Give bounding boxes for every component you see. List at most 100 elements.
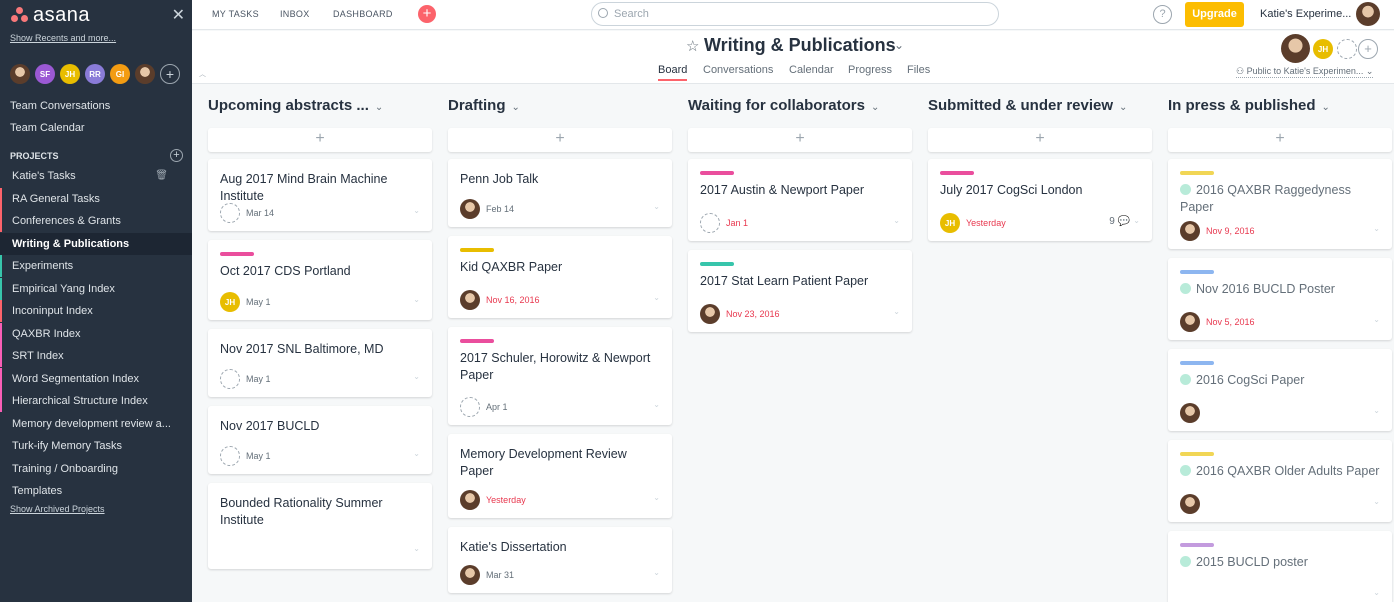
help-button[interactable]: ? <box>1153 5 1172 24</box>
tab-files[interactable]: Files <box>907 64 930 76</box>
unassigned-icon[interactable] <box>700 213 720 233</box>
chevron-down-icon[interactable]: ⌄ <box>413 449 420 458</box>
close-sidebar-icon[interactable]: ✕ <box>172 5 185 25</box>
chevron-down-icon[interactable]: ⌄ <box>893 307 900 316</box>
task-card[interactable]: Nov 2016 BUCLD Poster Nov 5, 2016 ⌄ <box>1168 258 1392 340</box>
due-date[interactable]: Feb 14 <box>486 204 514 214</box>
chevron-down-icon[interactable]: ⌄ <box>1133 216 1140 225</box>
sidebar-item-project[interactable]: QAXBR Index <box>0 322 192 345</box>
assignee-avatar[interactable] <box>1180 494 1200 514</box>
task-card[interactable]: 2015 BUCLD poster ⌄ <box>1168 531 1392 602</box>
avatar[interactable]: GI <box>110 64 130 84</box>
inbox-link[interactable]: INBOX <box>280 9 310 19</box>
unassigned-icon[interactable] <box>220 446 240 466</box>
sidebar-item-project[interactable]: Training / Onboarding <box>0 458 192 480</box>
due-date[interactable]: Yesterday <box>966 218 1006 228</box>
comment-count[interactable]: 9 💬 <box>1109 216 1130 227</box>
task-card[interactable]: Bounded Rationality Summer Institute ⌄ <box>208 483 432 569</box>
sidebar-item-project[interactable]: RA General Tasks <box>0 187 192 210</box>
sidebar-item-project[interactable]: Experiments <box>0 255 192 277</box>
column-title[interactable]: Drafting ⌄ <box>448 97 520 114</box>
add-task-button[interactable]: + <box>688 128 912 152</box>
chevron-down-icon[interactable]: ⌄ <box>653 202 660 211</box>
avatar[interactable] <box>135 64 155 84</box>
column-title[interactable]: Submitted & under review ⌄ <box>928 97 1127 114</box>
add-task-button[interactable]: + <box>928 128 1152 152</box>
sidebar-item-project[interactable]: Katie's Tasks 🗑 <box>0 165 192 187</box>
chevron-down-icon[interactable]: ⌄ <box>413 372 420 381</box>
completed-check-icon[interactable] <box>1180 283 1191 294</box>
task-card[interactable]: 2016 QAXBR Raggedyness Paper Nov 9, 2016 ⌄ <box>1168 159 1392 249</box>
trash-icon[interactable]: 🗑 <box>155 165 168 187</box>
asana-logo[interactable]: asana ✕ <box>10 4 185 26</box>
column-title[interactable]: Upcoming abstracts ... ⌄ <box>208 97 383 114</box>
completed-check-icon[interactable] <box>1180 556 1191 567</box>
assignee-avatar[interactable] <box>700 304 720 324</box>
column-title[interactable]: In press & published ⌄ <box>1168 97 1330 114</box>
show-recents-link[interactable]: Show Recents and more... <box>10 33 116 43</box>
chevron-down-icon[interactable]: ⌄ <box>375 102 383 113</box>
sidebar-item-project[interactable]: Word Segmentation Index <box>0 367 192 390</box>
column-title[interactable]: Waiting for collaborators ⌄ <box>688 97 879 114</box>
unassigned-icon[interactable] <box>460 397 480 417</box>
sidebar-item-project[interactable]: Turk-ify Memory Tasks <box>0 435 192 457</box>
assignee-avatar[interactable] <box>1180 403 1200 423</box>
sidebar-item-project[interactable]: Writing & Publications <box>0 232 192 255</box>
chevron-down-icon[interactable]: ⌄ <box>512 102 520 113</box>
sidebar-item-project[interactable]: Empirical Yang Index <box>0 277 192 300</box>
collapse-icon[interactable]: ︿ <box>199 69 206 79</box>
assignee-avatar[interactable] <box>460 199 480 219</box>
task-card[interactable]: Kid QAXBR Paper Nov 16, 2016 ⌄ <box>448 236 672 318</box>
sidebar-item-project[interactable]: Hierarchical Structure Index <box>0 390 192 412</box>
privacy-setting[interactable]: ⚇ Public to Katie's Experimen... ⌄ <box>1236 66 1374 78</box>
task-card[interactable]: July 2017 CogSci London JH Yesterday 9 💬 ⌄ <box>928 159 1152 241</box>
chevron-down-icon[interactable]: ⌄ <box>1373 588 1380 597</box>
avatar[interactable]: RR <box>85 64 105 84</box>
chevron-down-icon[interactable]: ⌄ <box>413 295 420 304</box>
tab-progress[interactable]: Progress <box>848 64 892 76</box>
avatar[interactable] <box>10 64 30 84</box>
due-date[interactable]: Nov 23, 2016 <box>726 309 780 319</box>
add-member-icon[interactable]: + <box>1358 39 1378 59</box>
sidebar-item-project[interactable]: Conferences & Grants <box>0 210 192 232</box>
task-card[interactable]: Aug 2017 Mind Brain Machine Institute Mar… <box>208 159 432 231</box>
chevron-down-icon[interactable]: ⌄ <box>1119 102 1127 113</box>
chevron-down-icon[interactable]: ⌄ <box>413 206 420 215</box>
chevron-down-icon[interactable]: ⌄ <box>1322 102 1330 113</box>
sidebar-item-project[interactable]: Memory development review a... <box>0 413 192 435</box>
assignee-avatar[interactable]: JH <box>940 213 960 233</box>
due-date[interactable]: Mar 31 <box>486 570 514 580</box>
search-input[interactable]: Search <box>591 2 999 26</box>
completed-check-icon[interactable] <box>1180 374 1191 385</box>
assignee-avatar[interactable] <box>460 290 480 310</box>
task-card[interactable]: Oct 2017 CDS Portland JH May 1 ⌄ <box>208 240 432 320</box>
task-card[interactable]: 2017 Stat Learn Patient Paper Nov 23, 201… <box>688 250 912 332</box>
my-tasks-link[interactable]: MY TASKS <box>212 9 259 19</box>
due-date[interactable]: Apr 1 <box>486 402 508 412</box>
team-conversations-link[interactable]: Team Conversations <box>10 100 110 112</box>
task-card[interactable]: 2016 QAXBR Older Adults Paper ⌄ <box>1168 440 1392 522</box>
due-date[interactable]: Jan 1 <box>726 218 748 228</box>
due-date[interactable]: Nov 9, 2016 <box>1206 226 1255 236</box>
chevron-down-icon[interactable]: ⌄ <box>653 400 660 409</box>
account-name[interactable]: Katie's Experime... <box>1260 8 1351 20</box>
chevron-down-icon[interactable]: ⌄ <box>1373 224 1380 233</box>
chevron-down-icon[interactable]: ⌄ <box>894 38 904 52</box>
sidebar-item-project[interactable]: Templates <box>0 480 192 502</box>
add-member-icon[interactable]: + <box>160 64 180 84</box>
project-owner-avatar[interactable] <box>1281 34 1310 63</box>
account-avatar[interactable] <box>1356 2 1380 26</box>
chevron-down-icon[interactable]: ⌄ <box>653 293 660 302</box>
chevron-down-icon[interactable]: ⌄ <box>871 102 879 113</box>
assignee-avatar[interactable]: JH <box>220 292 240 312</box>
task-card[interactable]: 2017 Schuler, Horowitz & Newport Paper Ap… <box>448 327 672 425</box>
chevron-down-icon[interactable]: ⌄ <box>893 216 900 225</box>
due-date[interactable]: Nov 16, 2016 <box>486 295 540 305</box>
team-calendar-link[interactable]: Team Calendar <box>10 122 85 134</box>
upgrade-button[interactable]: Upgrade <box>1185 2 1244 27</box>
assignee-avatar[interactable] <box>460 490 480 510</box>
due-date[interactable]: May 1 <box>246 451 271 461</box>
unassigned-icon[interactable] <box>220 203 240 223</box>
chevron-down-icon[interactable]: ⌄ <box>653 568 660 577</box>
member-avatar[interactable]: JH <box>1313 39 1333 59</box>
